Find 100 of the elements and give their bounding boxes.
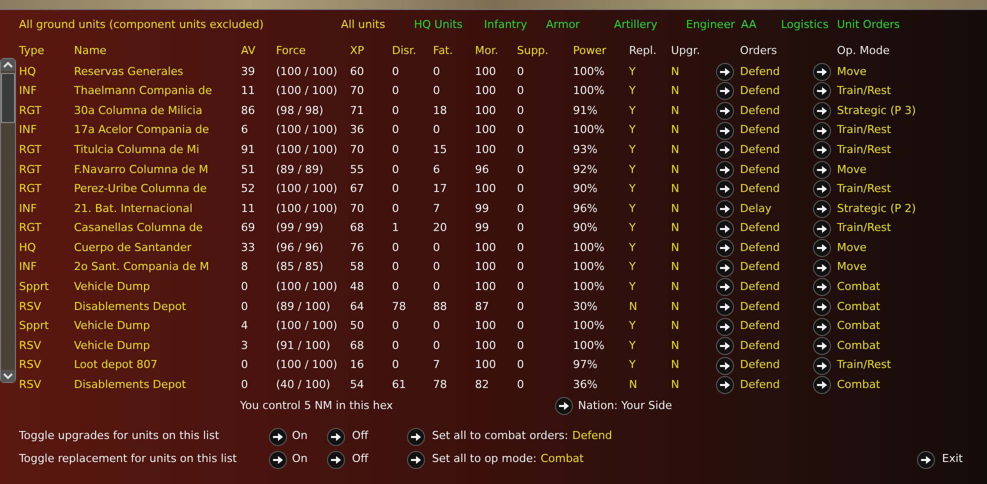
arrow-button-icon[interactable]: [716, 356, 734, 375]
arrow-button-icon[interactable]: [716, 180, 734, 198]
filter-tab[interactable]: Armor: [546, 16, 614, 34]
arrow-button-icon[interactable]: [716, 62, 734, 81]
arrow-button-icon[interactable]: [813, 376, 831, 394]
arrow-button-icon[interactable]: [813, 298, 831, 316]
arrow-button-icon[interactable]: [813, 200, 831, 218]
arrow-button-icon[interactable]: [716, 337, 734, 356]
arrow-button-icon[interactable]: [327, 428, 345, 446]
arrow-button-icon[interactable]: [813, 122, 831, 140]
set-all-label[interactable]: Set all to op mode:: [432, 451, 537, 468]
arrow-button-icon[interactable]: [716, 318, 734, 336]
arrow-button-icon[interactable]: [269, 428, 287, 446]
table-cell[interactable]: Combat: [837, 298, 880, 316]
arrow-button-icon[interactable]: [716, 278, 734, 296]
arrow-button-icon[interactable]: [813, 278, 831, 296]
arrow-button-icon[interactable]: [716, 376, 734, 394]
scrollbar[interactable]: [0, 58, 16, 383]
arrow-button-icon[interactable]: [813, 141, 831, 160]
filter-tab[interactable]: All units: [341, 16, 414, 34]
table-cell[interactable]: Defend: [740, 240, 780, 256]
filter-tab[interactable]: Artillery: [614, 16, 686, 34]
table-cell[interactable]: Train/Rest: [837, 142, 892, 158]
table-cell[interactable]: Train/Rest: [837, 220, 892, 237]
exit-label[interactable]: Exit: [942, 451, 963, 468]
filter-tab[interactable]: AA: [741, 16, 781, 34]
arrow-button-icon[interactable]: [813, 318, 831, 336]
table-cell[interactable]: Defend: [740, 122, 780, 139]
on-option[interactable]: On: [292, 428, 327, 445]
table-cell[interactable]: Move: [837, 64, 866, 80]
filter-tab[interactable]: Unit Orders: [837, 16, 917, 34]
off-option[interactable]: Off: [352, 451, 368, 468]
table-cell[interactable]: Combat: [837, 318, 880, 335]
arrow-button-icon[interactable]: [327, 450, 345, 469]
table-cell[interactable]: Train/Rest: [837, 181, 892, 198]
off-option[interactable]: Off: [352, 428, 368, 445]
filter-tab[interactable]: Infantry: [484, 16, 546, 34]
arrow-button-icon[interactable]: [555, 397, 573, 416]
table-cell[interactable]: Defend: [740, 102, 780, 120]
filter-tab[interactable]: Engineer: [686, 16, 741, 34]
arrow-button-icon[interactable]: [813, 258, 831, 277]
table-cell[interactable]: Combat: [837, 338, 880, 354]
arrow-button-icon[interactable]: [716, 220, 734, 238]
table-cell[interactable]: Move: [837, 162, 866, 178]
table-cell[interactable]: Train/Rest: [837, 83, 892, 100]
table-cell[interactable]: Defend: [740, 83, 780, 100]
table-cell[interactable]: Defend: [740, 142, 780, 158]
table-cell[interactable]: Defend: [740, 279, 780, 296]
arrow-button-icon[interactable]: [813, 220, 831, 238]
table-cell-text: 0: [392, 200, 399, 217]
arrow-button-icon[interactable]: [716, 239, 734, 258]
table-cell[interactable]: Move: [837, 240, 866, 256]
table-cell[interactable]: Defend: [740, 220, 780, 237]
arrow-button-icon[interactable]: [813, 337, 831, 356]
arrow-button-icon[interactable]: [716, 102, 734, 120]
arrow-button-icon[interactable]: [813, 239, 831, 258]
table-cell[interactable]: Defend: [740, 181, 780, 198]
nation-label[interactable]: Nation: Your Side: [578, 398, 672, 414]
table-cell[interactable]: Combat: [837, 279, 880, 296]
table-cell[interactable]: Defend: [740, 64, 780, 80]
table-cell[interactable]: Defend: [740, 298, 780, 316]
filter-tab[interactable]: HQ Units: [414, 16, 484, 34]
arrow-button-icon[interactable]: [407, 450, 425, 469]
arrow-button-icon[interactable]: [716, 160, 734, 179]
arrow-button-icon[interactable]: [716, 298, 734, 316]
table-cell[interactable]: Defend: [740, 162, 780, 178]
table-cell[interactable]: Defend: [740, 259, 780, 276]
scroll-down-icon[interactable]: [1, 370, 15, 382]
arrow-button-icon[interactable]: [813, 356, 831, 375]
on-option[interactable]: On: [292, 451, 327, 468]
scroll-up-icon[interactable]: [1, 59, 15, 71]
set-all-label[interactable]: Set all to combat orders:: [432, 428, 568, 445]
arrow-button-icon[interactable]: [716, 82, 734, 100]
arrow-button-icon[interactable]: [813, 160, 831, 179]
table-cell-text: 36%: [573, 377, 598, 394]
arrow-button-icon[interactable]: [813, 102, 831, 120]
table-cell[interactable]: Defend: [740, 318, 780, 335]
arrow-button-icon[interactable]: [716, 141, 734, 160]
arrow-button-icon[interactable]: [407, 428, 425, 446]
table-cell[interactable]: Train/Rest: [837, 357, 892, 374]
scroll-thumb[interactable]: [1, 73, 15, 123]
arrow-button-icon[interactable]: [716, 200, 734, 218]
arrow-button-icon[interactable]: [716, 122, 734, 140]
table-cell[interactable]: Defend: [740, 357, 780, 374]
table-cell[interactable]: Defend: [740, 377, 780, 394]
arrow-button-icon[interactable]: [813, 62, 831, 81]
table-cell[interactable]: Strategic (P 3): [837, 102, 916, 120]
table-cell-text: 69: [241, 220, 255, 236]
arrow-button-icon[interactable]: [269, 450, 287, 469]
arrow-button-icon[interactable]: [716, 258, 734, 277]
table-cell[interactable]: Defend: [740, 338, 780, 354]
table-cell[interactable]: Delay: [740, 200, 772, 218]
arrow-button-icon[interactable]: [813, 180, 831, 198]
table-cell[interactable]: Strategic (P 2): [837, 200, 916, 218]
arrow-button-icon[interactable]: [813, 82, 831, 100]
arrow-button-icon[interactable]: [917, 450, 935, 469]
table-cell[interactable]: Move: [837, 259, 866, 276]
filter-tab[interactable]: Logistics: [781, 16, 837, 34]
table-cell[interactable]: Combat: [837, 377, 880, 394]
table-cell[interactable]: Train/Rest: [837, 122, 892, 139]
